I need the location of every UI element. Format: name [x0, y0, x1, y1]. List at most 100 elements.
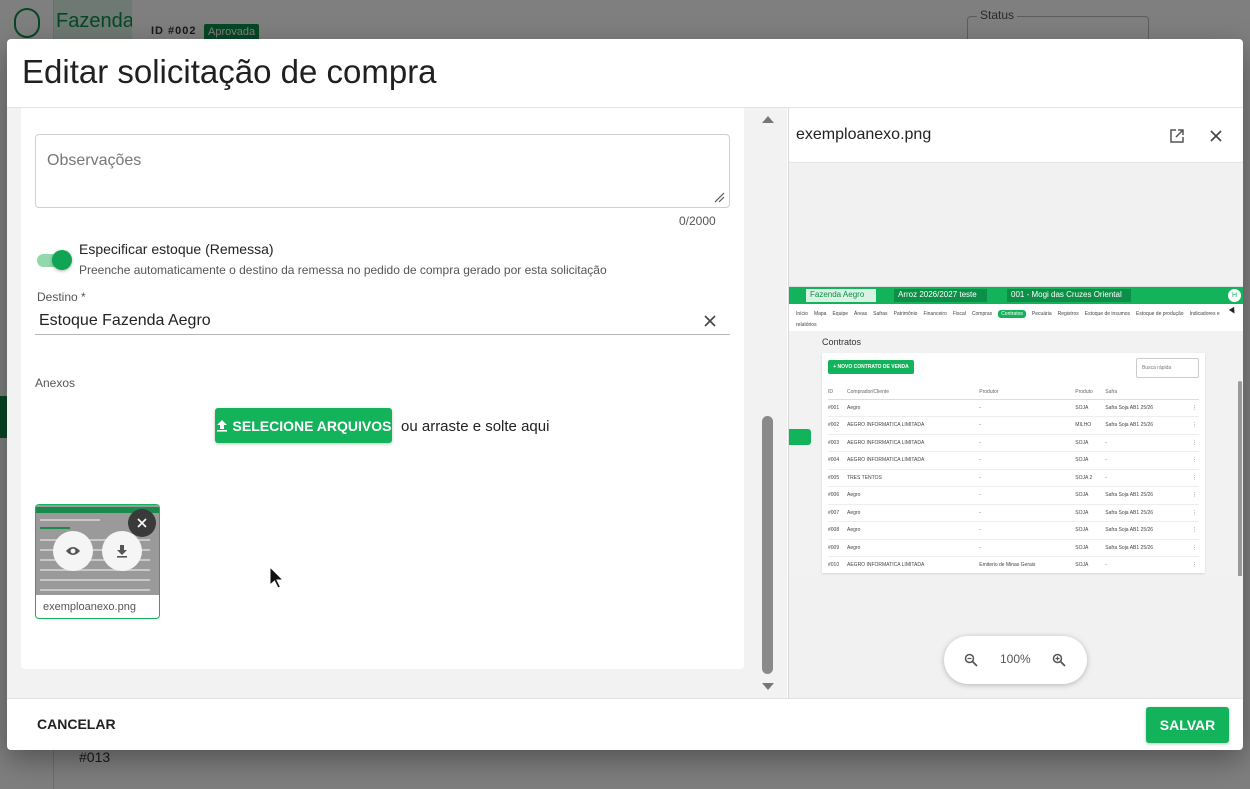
preview-nav-item: Equipe [832, 311, 849, 317]
preview-image: Fazenda Aegro Arroz 2026/2027 teste 001 … [789, 286, 1243, 576]
preview-row-menu-icon: ⋮ [1187, 504, 1199, 522]
preview-table-cell: - [979, 521, 1076, 540]
preview-table-cell: AEGRO INFORMATICA LIMITADA [847, 556, 980, 573]
preview-table-cell: - [979, 504, 1076, 522]
eye-icon [66, 547, 80, 555]
preview-row-menu-icon: ⋮ [1187, 486, 1199, 505]
preview-table-cell: Aegro [847, 521, 980, 540]
preview-row-menu-icon: ⋮ [1187, 451, 1199, 470]
preview-topbar: Fazenda Aegro Arroz 2026/2027 teste 001 … [789, 287, 1243, 304]
preview-table-row: #001 Aegro - SOJA Safra Soja AB1 25/26 ⋮ [828, 399, 1199, 417]
mouse-pointer-icon [269, 566, 285, 589]
specify-stock-label: Especificar estoque (Remessa) [79, 241, 274, 257]
preview-column-header: Comprador/Cliente [847, 385, 980, 400]
dialog-header: Editar solicitação de compra [7, 39, 1243, 108]
preview-table-cell: Aegro [847, 539, 980, 557]
preview-scrollbar [1238, 381, 1242, 576]
preview-row-menu-icon: ⋮ [1187, 399, 1199, 417]
preview-table-row: #002 AEGRO INFORMATICA LIMITADA - MILHO Safr… [828, 416, 1199, 435]
preview-table-cell: - [979, 399, 1076, 417]
preview-nav-item: Áreas [854, 311, 868, 317]
edit-purchase-request-dialog: Editar solicitação de compra Observações… [7, 39, 1243, 750]
download-attachment-button[interactable] [102, 531, 142, 571]
preview-filename: exemploanexo.png [796, 126, 932, 143]
scroll-up-arrow-icon[interactable] [761, 114, 775, 124]
download-icon [117, 545, 127, 558]
preview-table-cell: - [979, 416, 1076, 435]
preview-table-cell: - [979, 469, 1076, 487]
preview-table-cell: - [1105, 451, 1187, 470]
preview-row-menu-icon: ⋮ [1187, 521, 1199, 540]
destination-underline [35, 334, 730, 335]
close-preview-icon[interactable] [1209, 129, 1223, 143]
preview-table-cell: SOJA [1075, 521, 1106, 540]
zoom-in-icon[interactable] [1052, 653, 1066, 667]
preview-nav-item: Financeiro [923, 311, 947, 317]
preview-table-cell: SOJA [1075, 451, 1106, 470]
preview-table: ID Comprador/Cliente Produtor Produto Safra … [828, 385, 1199, 573]
open-in-new-icon[interactable] [1169, 128, 1185, 144]
preview-table-cell: AEGRO INFORMATICA LIMITADA [847, 416, 980, 435]
preview-table-cell: TRES TENTOS [847, 469, 980, 487]
preview-table-cell: Safra Soja AB1 25/26 [1105, 521, 1187, 540]
toggle-thumb [52, 250, 72, 270]
preview-nav-item: Safras [873, 311, 888, 317]
preview-table-cell: SOJA 2 [1075, 469, 1106, 487]
preview-nav-item: Fiscal [952, 311, 966, 317]
preview-column-header: ID [828, 385, 848, 400]
specify-stock-toggle[interactable] [35, 250, 73, 270]
scroll-down-arrow-icon[interactable] [761, 682, 775, 692]
upload-icon [216, 420, 227, 432]
preview-table-cell: Safra Soja AB1 25/26 [1105, 486, 1187, 505]
preview-table-cell: SOJA [1075, 539, 1106, 557]
preview-content: Contratos + NOVO CONTRATO DE VENDA Busca… [789, 331, 1243, 576]
preview-table-row: #010 AEGRO INFORMATICA LIMITADA Emiterio d… [828, 556, 1199, 573]
form-scrollbar[interactable] [757, 108, 787, 698]
preview-table-cell: AEGRO INFORMATICA LIMITADA [847, 451, 980, 470]
destination-label: Destino * [37, 290, 86, 304]
preview-table-cell: SOJA [1075, 556, 1106, 573]
zoom-controls: 100% [944, 636, 1087, 684]
preview-table-cell: - [979, 434, 1076, 452]
preview-nav-item: Compras [971, 311, 993, 317]
preview-column-header: Produto [1075, 385, 1106, 400]
preview-table-cell: Aegro [847, 486, 980, 505]
preview-table-cell: #005 [828, 469, 848, 487]
preview-table-cell: Emiterio de Minas Gerais [979, 556, 1076, 573]
resize-handle-icon[interactable] [713, 191, 725, 203]
scrollbar-thumb[interactable] [762, 416, 773, 674]
preview-table-cell: SOJA [1075, 399, 1106, 417]
preview-table-row: #007 Aegro - SOJA Safra Soja AB1 25/26 ⋮ [828, 504, 1199, 522]
preview-table-cell: Aegro [847, 504, 980, 522]
preview-table-row: #004 AEGRO INFORMATICA LIMITADA - SOJA - ⋮ [828, 451, 1199, 470]
form-card: Observações 0/2000 Especificar estoque (… [21, 108, 744, 669]
preview-nav-item: Estoque de insumos [1084, 311, 1131, 317]
preview-table-cell: #006 [828, 486, 848, 505]
save-button[interactable]: SALVAR [1146, 707, 1229, 743]
destination-field[interactable]: Estoque Fazenda Aegro [39, 312, 211, 330]
preview-table-cell: - [1105, 434, 1187, 452]
dialog-body: Observações 0/2000 Especificar estoque (… [7, 108, 1243, 698]
select-files-button[interactable]: SELECIONE ARQUIVOS [215, 408, 392, 443]
attachments-label: Anexos [35, 376, 76, 390]
preview-table-cell: Safra Soja AB1 25/26 [1105, 504, 1187, 522]
preview-column-actions [1187, 385, 1199, 400]
preview-table-cell: SOJA [1075, 434, 1106, 452]
preview-table-cell: #008 [828, 521, 848, 540]
preview-table-cell: AEGRO INFORMATICA LIMITADA [847, 434, 980, 452]
attachment-thumbnail[interactable]: exemploanexo.png [35, 504, 160, 619]
observations-textarea[interactable]: Observações [35, 134, 730, 208]
preview-season-select: Arroz 2026/2027 teste [894, 289, 987, 302]
preview-page-title: Contratos [822, 337, 862, 347]
zoom-out-icon[interactable] [964, 653, 978, 667]
preview-table-cell: #001 [828, 399, 848, 417]
preview-table-row: #006 Aegro - SOJA Safra Soja AB1 25/26 ⋮ [828, 486, 1199, 505]
preview-search: Busca rápida [1136, 358, 1199, 378]
preview-header: exemploanexo.png [789, 108, 1243, 163]
preview-table-cell: Safra Soja AB1 25/26 [1105, 416, 1187, 435]
clear-destination-icon[interactable] [703, 314, 717, 328]
cancel-button[interactable]: CANCELAR [23, 711, 130, 737]
preview-table-cell: #009 [828, 539, 848, 557]
view-attachment-button[interactable] [53, 531, 93, 571]
preview-table-cell: - [979, 451, 1076, 470]
